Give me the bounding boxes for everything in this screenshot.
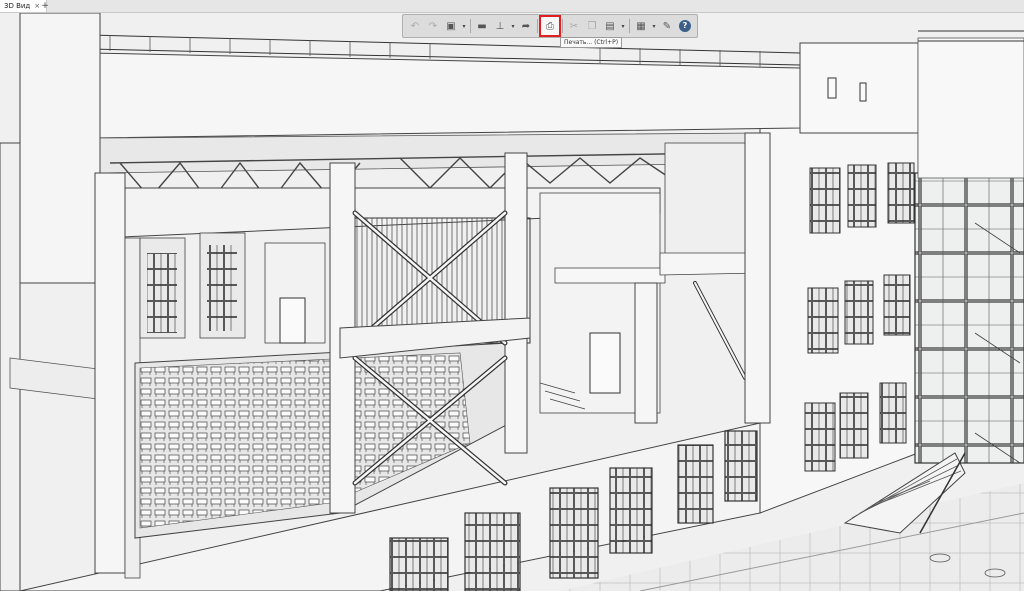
print-button[interactable]: ⎙: [539, 15, 561, 37]
toolbar-separator: [629, 19, 630, 33]
toolbar-separator: [537, 19, 538, 33]
export-icon[interactable]: ➦: [518, 17, 534, 35]
toolbar-separator: [470, 19, 471, 33]
redo-icon[interactable]: ↷: [425, 17, 441, 35]
tab-title: 3D Вид: [4, 2, 31, 10]
toolbar-separator: [562, 19, 563, 33]
chevron-down-icon[interactable]: ▾: [461, 17, 467, 35]
chevron-down-icon[interactable]: ▾: [620, 17, 626, 35]
match-properties-icon[interactable]: ▦: [633, 17, 649, 35]
help-icon: ?: [679, 20, 691, 32]
quick-access-toolbar: ↶ ↷ ▣ ▾ ▬ ⊥ ▾ ➦ ⎙ ✂ ❐ ▤ ▾ ▦ ▾ ✎ ?: [402, 14, 698, 38]
chevron-down-icon[interactable]: ▾: [510, 17, 516, 35]
add-tab-button[interactable]: +: [40, 0, 50, 12]
stamp-icon[interactable]: ⊥: [492, 17, 508, 35]
building-model-render: [0, 13, 1024, 591]
copy-icon[interactable]: ❐: [584, 17, 600, 35]
chevron-down-icon[interactable]: ▾: [651, 17, 657, 35]
tab-bar: 3D Вид × +: [0, 0, 1024, 13]
paste-icon[interactable]: ▤: [602, 17, 618, 35]
wrench-icon[interactable]: ✎: [659, 17, 675, 35]
undo-icon[interactable]: ↶: [407, 17, 423, 35]
help-button[interactable]: ?: [677, 17, 693, 35]
cut-icon[interactable]: ✂: [566, 17, 582, 35]
folder-icon[interactable]: ▬: [474, 17, 490, 35]
view-cube-icon[interactable]: ▣: [443, 17, 459, 35]
3d-viewport[interactable]: [0, 13, 1024, 591]
print-tooltip: Печать... (Ctrl+P): [560, 37, 623, 48]
